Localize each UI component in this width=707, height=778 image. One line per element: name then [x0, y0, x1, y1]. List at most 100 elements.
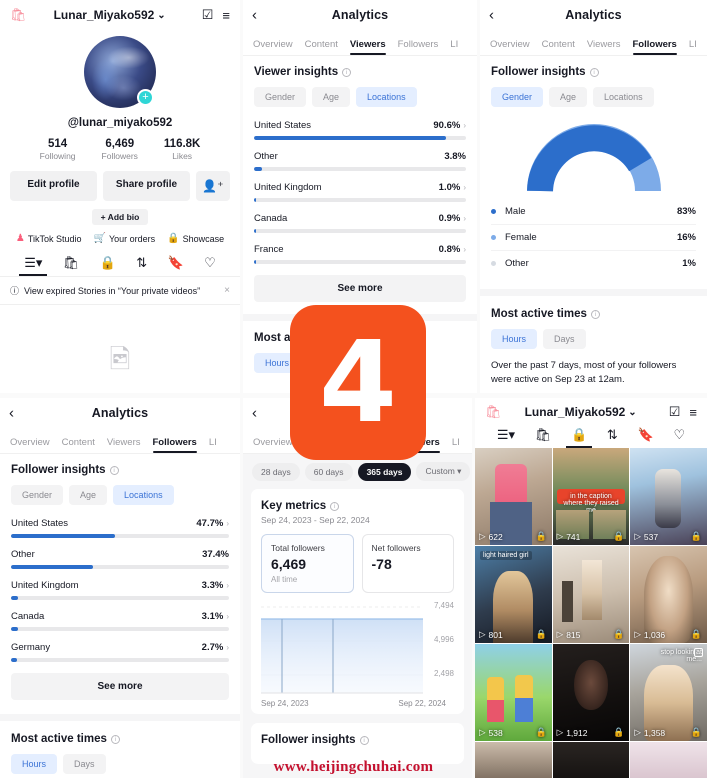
repost-icon[interactable]: ⇅: [607, 427, 618, 448]
info-icon[interactable]: i: [330, 501, 340, 511]
repost-icon[interactable]: ⇅: [136, 255, 147, 276]
bag-icon[interactable]: 🛍: [63, 255, 80, 276]
chip-hours[interactable]: Hours: [491, 329, 538, 349]
menu-icon[interactable]: ≡: [222, 8, 230, 23]
list-item[interactable]: United Kingdom 3.3% ›: [11, 580, 229, 600]
video-cell[interactable]: light haired girl ▷ 801 🔒: [475, 546, 552, 643]
filter-365-days[interactable]: 365 days: [357, 462, 412, 481]
back-icon[interactable]: ‹: [252, 8, 257, 23]
info-icon[interactable]: i: [589, 67, 599, 77]
video-cell[interactable]: ▷ 537 🔒: [630, 448, 707, 545]
chip-gender[interactable]: Gender: [254, 87, 307, 107]
video-cell[interactable]: ▷ 1,036 🔒: [630, 546, 707, 643]
bookmark-icon[interactable]: 🔖: [638, 427, 654, 448]
info-icon[interactable]: i: [110, 734, 120, 744]
list-item[interactable]: France 0.8% ›: [254, 244, 466, 264]
shopping-bag-icon[interactable]: 🛍: [485, 404, 502, 420]
info-icon[interactable]: i: [359, 735, 369, 745]
back-icon[interactable]: ‹: [252, 406, 257, 421]
video-cell[interactable]: ▷ 538 🔒: [475, 644, 552, 741]
bookmark-icon[interactable]: 🔖: [168, 255, 184, 276]
see-more-button[interactable]: See more: [11, 673, 229, 700]
chip-days[interactable]: Days: [543, 329, 586, 349]
video-cell[interactable]: ▷ 815 🔒: [552, 546, 630, 643]
calendar-star-icon[interactable]: ☑: [202, 7, 214, 23]
stat-followers[interactable]: 6,469 Followers: [102, 138, 138, 161]
list-item[interactable]: Other 3.8%: [254, 151, 466, 171]
video-cell[interactable]: ▷ 622 🔒: [475, 448, 552, 545]
lock-icon[interactable]: 🔒: [100, 255, 116, 276]
tab-overview[interactable]: Overview: [490, 39, 530, 55]
info-icon[interactable]: i: [342, 67, 352, 77]
expired-stories-notice[interactable]: ⓘ View expired Stories in “Your private …: [0, 277, 240, 305]
tab-live[interactable]: LI: [452, 437, 460, 453]
list-item[interactable]: United States 90.6% ›: [254, 120, 466, 140]
stat-following[interactable]: 514 Following: [40, 138, 76, 161]
tab-overview[interactable]: Overview: [253, 437, 293, 453]
video-cell[interactable]: ▷ 1,912 🔒: [552, 644, 630, 741]
tab-overview[interactable]: Overview: [10, 437, 50, 453]
tab-live[interactable]: LI: [450, 39, 458, 55]
chip-locations[interactable]: Locations: [113, 485, 174, 505]
close-icon[interactable]: ×: [224, 285, 230, 296]
tab-content[interactable]: Content: [62, 437, 95, 453]
info-icon[interactable]: i: [590, 309, 600, 319]
tab-content[interactable]: Content: [542, 39, 575, 55]
info-icon[interactable]: i: [109, 465, 119, 475]
tab-live[interactable]: LI: [689, 39, 697, 55]
tab-overview[interactable]: Overview: [253, 39, 293, 55]
tab-content[interactable]: Content: [305, 39, 338, 55]
profile-username-dropdown[interactable]: Lunar_Miyako592 ⌄: [27, 8, 193, 22]
list-item[interactable]: Canada 0.9% ›: [254, 213, 466, 233]
video-cell[interactable]: in the caption where they raised me ▷ 74…: [552, 448, 630, 545]
back-icon[interactable]: ‹: [489, 8, 494, 23]
list-item[interactable]: Other 37.4%: [11, 549, 229, 569]
list-item[interactable]: Germany 2.7% ›: [11, 642, 229, 662]
shopping-bag-icon[interactable]: 🛍: [10, 7, 27, 23]
add-bio-button[interactable]: + Add bio: [91, 209, 149, 225]
grid-icon[interactable]: ☰▾: [497, 427, 515, 448]
add-person-icon[interactable]: 👤⁺: [196, 171, 230, 201]
lock-icon[interactable]: 🔒: [565, 427, 593, 448]
chip-gender[interactable]: Gender: [11, 485, 64, 505]
see-more-button[interactable]: See more: [254, 275, 466, 302]
chip-age[interactable]: Age: [549, 87, 588, 107]
tab-followers[interactable]: Followers: [398, 39, 439, 55]
tiktok-studio-link[interactable]: ♟ TikTok Studio: [16, 233, 82, 244]
calendar-star-icon[interactable]: ☑: [669, 404, 681, 420]
filter-28-days[interactable]: 28 days: [252, 462, 300, 481]
tab-live[interactable]: LI: [209, 437, 217, 453]
showcase-link[interactable]: 🔒 Showcase: [167, 233, 224, 244]
metric-net-followers[interactable]: Net followers -78: [361, 534, 454, 593]
bag-icon[interactable]: 🛍: [535, 427, 552, 448]
profile-username-dropdown[interactable]: Lunar_Miyako592 ⌄: [502, 405, 660, 419]
share-profile-button[interactable]: Share profile: [103, 171, 190, 201]
tab-followers[interactable]: Followers: [632, 39, 678, 55]
heart-icon[interactable]: ♡: [204, 255, 216, 276]
filter-60-days[interactable]: 60 days: [304, 462, 353, 481]
list-item[interactable]: United States 47.7% ›: [11, 518, 229, 538]
stat-likes[interactable]: 116.8K Likes: [164, 138, 200, 161]
metric-total-followers[interactable]: Total followers 6,469 All time: [261, 534, 354, 593]
back-icon[interactable]: ‹: [9, 406, 14, 421]
chip-age[interactable]: Age: [312, 87, 351, 107]
chip-age[interactable]: Age: [69, 485, 108, 505]
tab-viewers[interactable]: Viewers: [587, 39, 621, 55]
avatar[interactable]: +: [84, 36, 156, 108]
video-cell[interactable]: stop lookin at me... ▷ 1,358 🔒: [630, 644, 707, 741]
your-orders-link[interactable]: 🛒 Your orders: [94, 233, 156, 244]
list-item[interactable]: Canada 3.1% ›: [11, 611, 229, 631]
tab-viewers[interactable]: Viewers: [349, 39, 386, 55]
list-item[interactable]: United Kingdom 1.0% ›: [254, 182, 466, 202]
chip-locations[interactable]: Locations: [593, 87, 654, 107]
tab-viewers[interactable]: Viewers: [107, 437, 141, 453]
filter-custom[interactable]: Custom ▾: [416, 462, 471, 481]
heart-icon[interactable]: ♡: [673, 427, 685, 448]
menu-icon[interactable]: ≡: [689, 405, 697, 420]
edit-profile-button[interactable]: Edit profile: [10, 171, 97, 201]
tab-followers[interactable]: Followers: [152, 437, 198, 453]
chip-locations[interactable]: Locations: [356, 87, 417, 107]
add-story-plus-badge[interactable]: +: [137, 89, 154, 106]
chip-gender[interactable]: Gender: [491, 87, 544, 107]
grid-icon[interactable]: ☰▾: [19, 255, 48, 276]
